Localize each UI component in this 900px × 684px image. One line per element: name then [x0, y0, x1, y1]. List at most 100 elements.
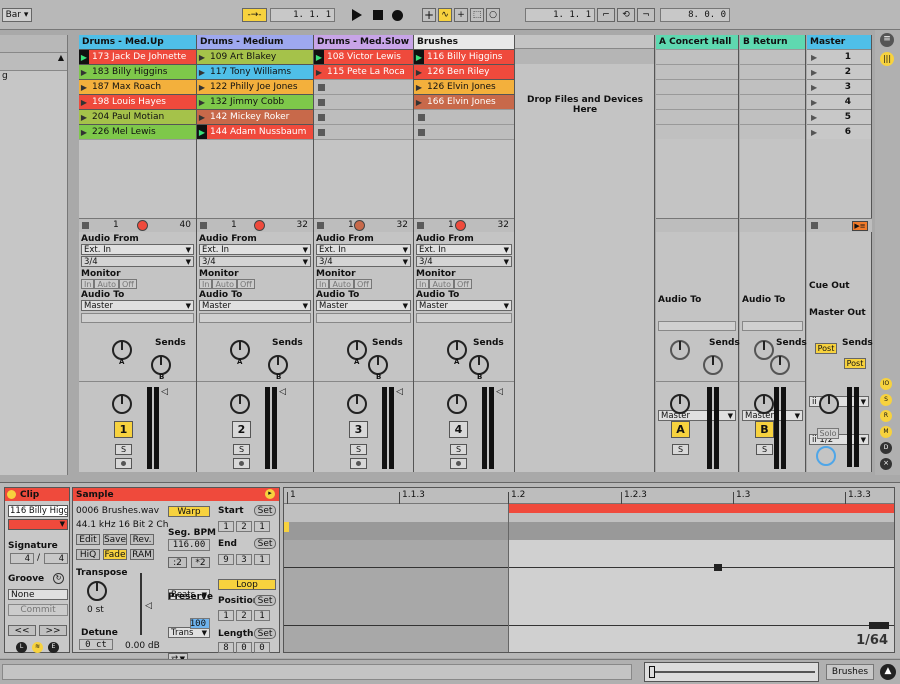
volume-handle-icon[interactable]: ◁	[496, 387, 503, 397]
audio-to-select[interactable]: Master	[316, 300, 411, 311]
clip-slot[interactable]: ▶ 187 Max Roach	[79, 79, 196, 94]
clip-slot[interactable]: ▶ 204 Paul Motian	[79, 109, 196, 124]
arrangement-position[interactable]: 1. 1. 1	[270, 8, 335, 22]
monitor-off-button[interactable]: Off	[119, 279, 137, 289]
stop-button-icon[interactable]	[200, 222, 207, 229]
track-title[interactable]: Brushes	[414, 35, 514, 49]
send-a-knob[interactable]	[112, 340, 132, 360]
volume-handle-icon[interactable]: ◁	[279, 387, 286, 397]
output-channel-field[interactable]	[316, 313, 411, 323]
session-record-button[interactable]: ○	[486, 8, 500, 22]
signature-denominator[interactable]: 4	[44, 553, 68, 564]
cue-out-select[interactable]: ii 1/2	[809, 396, 869, 407]
scene-launch-button[interactable]: ▶ 4	[807, 94, 871, 109]
clip-launch-icon[interactable]: ▶	[79, 95, 89, 109]
clip-slot[interactable]: ▶ 117 Tony Williams	[197, 64, 313, 79]
volume-handle-icon[interactable]: ◁	[396, 387, 403, 397]
output-channel-field[interactable]	[81, 313, 194, 323]
clip-launch-icon[interactable]: ▶	[79, 80, 89, 94]
position-set-button[interactable]: Set	[254, 595, 276, 606]
audio-to-select[interactable]: Master	[416, 300, 512, 311]
send-b-knob[interactable]	[770, 355, 790, 375]
commit-button[interactable]: Commit	[8, 604, 68, 616]
clip-slot[interactable]: ▶ 166 Elvin Jones	[414, 94, 514, 109]
empty-clip-slot[interactable]	[414, 109, 514, 124]
loop-length-field[interactable]: 8	[218, 642, 234, 653]
clip-slot[interactable]: ▶ 142 Mickey Roker	[197, 109, 313, 124]
clip-launch-icon[interactable]: ▶	[197, 65, 207, 79]
arm-button[interactable]	[450, 458, 467, 469]
ram-button[interactable]: RAM	[130, 549, 154, 560]
clip-launch-icon[interactable]: ▶	[79, 125, 89, 139]
loop-length-field[interactable]: 0	[254, 642, 270, 653]
clip-slot[interactable]: ▶ 115 Pete La Roca	[314, 64, 413, 79]
monitor-in-button[interactable]: In	[199, 279, 213, 289]
arm-button-icon[interactable]	[254, 220, 265, 231]
clip-slot[interactable]: ▶ 198 Louis Hayes	[79, 94, 196, 109]
audio-from-select[interactable]: Ext. In	[316, 244, 411, 255]
arrangement-view-icon[interactable]: ≡	[880, 33, 894, 47]
hiq-button[interactable]: HiQ	[76, 549, 100, 560]
empty-clip-slot[interactable]	[314, 94, 413, 109]
send-a-knob[interactable]	[670, 340, 690, 360]
clip-launch-icon[interactable]: ▶	[197, 125, 207, 139]
output-channel-field[interactable]	[658, 321, 736, 331]
selected-track-name[interactable]: Brushes	[826, 664, 874, 680]
clip-launch-icon[interactable]: ▶	[197, 110, 207, 124]
arm-button-icon[interactable]	[137, 220, 148, 231]
audio-to-select[interactable]: Master	[742, 410, 803, 421]
reenable-automation-button[interactable]: +	[454, 8, 468, 22]
input-channel-select[interactable]: 3/4	[416, 256, 512, 267]
scene-launch-button[interactable]: ▶ 1	[807, 49, 871, 64]
clip-slot[interactable]: ▶ 108 Victor Lewis	[314, 49, 413, 64]
launch-toggle-icon[interactable]: L	[16, 642, 27, 653]
transpose-knob[interactable]	[87, 581, 107, 601]
signature-numerator[interactable]: 4	[10, 553, 34, 564]
send-b-knob[interactable]	[368, 355, 388, 375]
monitor-off-button[interactable]: Off	[237, 279, 255, 289]
audio-from-select[interactable]: Ext. In	[416, 244, 512, 255]
empty-clip-slot[interactable]	[314, 79, 413, 94]
track-activator-button[interactable]: 3	[349, 421, 368, 438]
start-set-button[interactable]: Set	[254, 505, 276, 516]
input-channel-select[interactable]: 3/4	[316, 256, 411, 267]
browser-item[interactable]: g	[0, 71, 67, 81]
clip-launch-icon[interactable]: ▶	[314, 50, 324, 64]
clip-launch-icon[interactable]: ▶	[314, 65, 324, 79]
volume-handle-icon[interactable]: ◁	[161, 387, 168, 397]
automation-arm-button[interactable]: ∿	[438, 8, 452, 22]
loop-position-field[interactable]: 1	[254, 610, 270, 621]
clip-launch-icon[interactable]: ▶	[79, 65, 89, 79]
audio-to-select[interactable]: Master	[81, 300, 194, 311]
clip-launch-icon[interactable]: ▶	[197, 80, 207, 94]
clip-stop-icon[interactable]	[418, 113, 425, 121]
send-a-knob[interactable]	[230, 340, 250, 360]
track-activator-button[interactable]: 2	[232, 421, 251, 438]
warp-button[interactable]: Warp	[168, 506, 210, 517]
sample-toggle-icon[interactable]: ≋	[32, 642, 43, 653]
gain-slider[interactable]	[140, 573, 142, 635]
loop-length-field[interactable]: 0	[236, 642, 252, 653]
start-marker[interactable]	[284, 522, 289, 532]
clip-slot[interactable]: ▶ 226 Mel Lewis	[79, 124, 196, 139]
clip-stop-icon[interactable]	[318, 128, 325, 136]
seg-bpm-field[interactable]: 116.00	[168, 539, 210, 551]
monitor-auto-button[interactable]: Auto	[329, 279, 355, 289]
clip-activator-icon[interactable]	[7, 490, 16, 499]
clip-stop-icon[interactable]	[418, 128, 425, 136]
output-channel-field[interactable]	[199, 313, 311, 323]
return-track-title[interactable]: B Return	[740, 35, 805, 49]
output-channel-field[interactable]	[416, 313, 512, 323]
audio-to-select[interactable]: Master	[199, 300, 311, 311]
start-position-field[interactable]: 1	[254, 521, 270, 532]
return-track-title[interactable]: A Concert Hall	[656, 35, 738, 49]
nudge-back-button[interactable]: <<	[8, 625, 36, 636]
stop-all-clips-button[interactable]	[811, 222, 818, 229]
audio-from-select[interactable]: Ext. In	[81, 244, 194, 255]
envelope-toggle-icon[interactable]: E	[48, 642, 59, 653]
empty-slot-area[interactable]	[314, 139, 413, 217]
clip-slot[interactable]: ▶ 116 Billy Higgins	[414, 49, 514, 64]
cue-post-button[interactable]: Post	[815, 343, 837, 354]
arm-button[interactable]	[115, 458, 132, 469]
return-volume-knob[interactable]	[670, 394, 690, 414]
